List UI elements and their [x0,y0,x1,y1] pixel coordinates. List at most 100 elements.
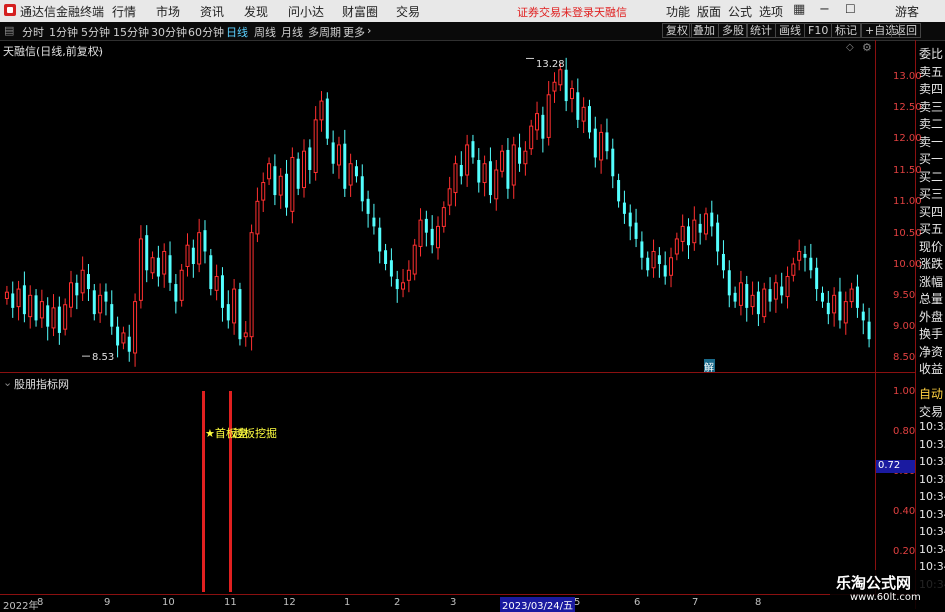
kline-chart[interactable] [0,40,945,609]
menu-banmian[interactable]: 版面 [697,3,721,20]
biaoji-button[interactable]: 标记 [831,23,861,38]
quote-field-label: 涨跌 [919,257,944,271]
grid-icon[interactable]: ▦ [793,2,805,17]
candle-body [785,276,790,298]
price-tick: 9.50 [893,290,916,301]
candle-body [756,291,760,315]
candle-body [92,290,96,315]
quote-field-label: 现价 [919,239,944,254]
chevron-right-icon[interactable]: › [367,24,371,37]
guest-button[interactable]: 游客 [895,3,919,20]
period-daily[interactable]: 日线 [226,24,248,40]
candle-body [669,257,674,276]
price-tick: 11.00 [893,196,922,207]
menu-gongshi[interactable]: 公式 [728,3,752,20]
menu-xuanxiang[interactable]: 选项 [759,3,783,20]
f10-button[interactable]: F10 [804,23,833,38]
candle-body [313,119,318,174]
period-60min[interactable]: 60分钟 [188,24,224,40]
indicator-tick: 1.00 [893,386,916,397]
period-more[interactable]: 更多 [343,24,365,40]
quote-field-label: 总量 [919,292,944,306]
fuquan-button[interactable]: 复权 [662,23,692,38]
candle-body [820,292,824,302]
quote-field-label: 收益 [919,362,944,376]
menu-shichang[interactable]: 市场 [156,3,180,20]
candle-body [156,257,160,277]
candle-body [68,282,73,308]
candle-body [721,253,725,271]
candle-body [576,92,580,120]
candle-body [581,106,586,122]
candle-body [861,311,865,321]
menu-caifuquan[interactable]: 财富圈 [342,3,378,20]
menu-gongneng[interactable]: 功能 [666,3,690,20]
quote-field-label: 卖五 [919,64,944,79]
trade-label[interactable]: 自动 [919,385,943,402]
candle-body [465,144,470,176]
period-1min[interactable]: 1分钟 [49,24,78,40]
candle-body [209,255,213,290]
gear-icon[interactable]: ⚙ [862,41,872,54]
back-button[interactable]: 返回 [891,23,921,38]
candle-body [214,276,219,291]
menu-zixun[interactable]: 资讯 [200,3,224,20]
quote-field-label: 买二 [919,169,944,184]
candle-body [98,294,103,314]
candle-body [634,222,638,239]
chevron-down-icon[interactable]: ⌄ [95,42,104,55]
candle-body [703,213,708,235]
period-weekly[interactable]: 周线 [254,24,276,40]
period-multi[interactable]: 多周期 [308,24,341,40]
price-tick: 12.50 [893,102,922,113]
candle-body [815,267,819,290]
quote-field-label: 买五 [919,222,944,236]
x-tick: 8 [37,597,44,608]
menu-jiaoyi[interactable]: 交易 [396,3,420,20]
candle-body [331,142,335,164]
candle-body [832,294,837,314]
price-tick: 8.50 [893,352,916,363]
x-tick: 3 [450,597,457,608]
candle-body [773,282,778,300]
candle-body [168,255,172,283]
period-5min[interactable]: 5分钟 [81,24,110,40]
maximize-icon[interactable]: ☐ [845,2,856,16]
jie-badge[interactable]: 解 [704,359,715,374]
candle-body [360,176,364,202]
huaxian-button[interactable]: 画线 [775,23,805,38]
candle-body [803,253,807,258]
duogu-button[interactable]: 多股 [718,23,748,38]
diamond-icon[interactable]: ◇ [846,42,854,53]
toolbar-menu-icon[interactable]: ▤ [4,24,14,37]
period-30min[interactable]: 30分钟 [151,24,187,40]
price-tick: 9.00 [893,321,916,332]
current-value-badge: 0.72 [876,460,915,473]
x-tick: 11 [224,597,237,608]
candle-body [220,275,224,308]
candle-series [4,57,871,367]
login-notice[interactable]: 证券交易未登录 [517,4,594,20]
candle-body [482,163,487,184]
menu-wenxiaoda[interactable]: 问小达 [288,3,324,20]
menu-faxian[interactable]: 发现 [244,3,268,20]
quote-field-label: 买三 [919,187,944,201]
period-fenshi[interactable]: 分时 [22,24,44,40]
candle-body [762,288,767,318]
candle-body [569,88,574,100]
indicator-chevron-icon[interactable]: ⌄ [3,376,12,389]
tongji-button[interactable]: 统计 [746,23,776,38]
candle-body [232,288,237,324]
period-monthly[interactable]: 月线 [281,24,303,40]
menu-hangqing[interactable]: 行情 [112,3,136,20]
candle-body [75,282,79,296]
candle-body [838,291,842,321]
candle-body [453,163,458,194]
candle-body [768,289,772,302]
candle-body [116,326,120,346]
diejia-button[interactable]: 叠加 [689,23,719,38]
candle-body [57,306,61,333]
period-15min[interactable]: 15分钟 [113,24,149,40]
candle-body [308,147,312,170]
minimize-icon[interactable]: − [819,2,830,17]
